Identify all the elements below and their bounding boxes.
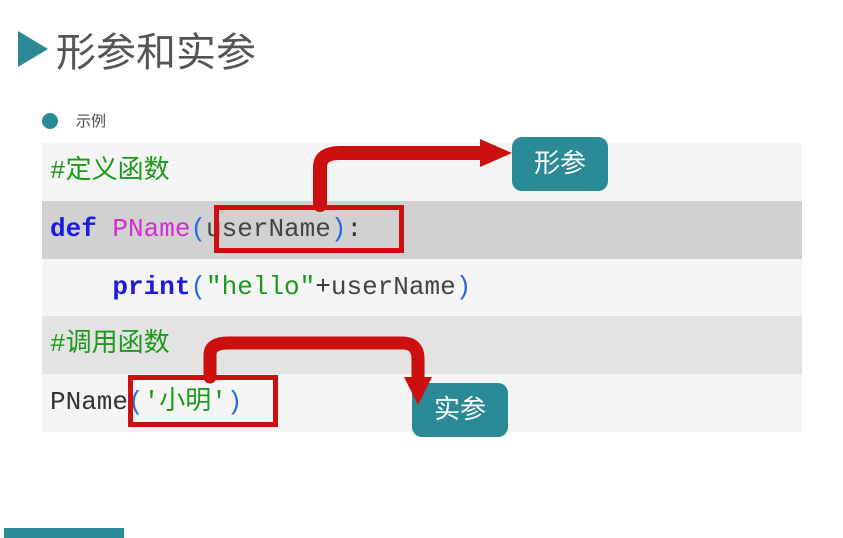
code-line-3: print("hello"+userName) xyxy=(42,259,802,317)
slide-title: 形参和实参 xyxy=(56,20,256,78)
paren-open-3: ( xyxy=(190,272,206,302)
keyword-def: def xyxy=(50,214,112,244)
footer-bar xyxy=(4,528,124,538)
label-formal-param: 形参 xyxy=(512,137,608,191)
paren-close-5: ) xyxy=(227,387,243,417)
plus-op: + xyxy=(315,272,331,302)
triangle-icon xyxy=(18,31,48,67)
comment-call: #调用函数 xyxy=(50,329,170,359)
label-actual-param: 实参 xyxy=(412,383,508,437)
function-name: PName xyxy=(112,214,190,244)
subtitle-row: 示例 xyxy=(42,110,843,131)
print-fn: print xyxy=(112,272,190,302)
code-block: #定义函数 def PName(userName): print("hello"… xyxy=(42,143,802,432)
bullet-dot-icon xyxy=(42,113,58,129)
subtitle-text: 示例 xyxy=(76,110,106,131)
paren-open-5: ( xyxy=(128,387,144,417)
code-line-1: #定义函数 xyxy=(42,143,802,201)
colon: : xyxy=(346,214,362,244)
indent xyxy=(50,272,112,302)
call-name: PName xyxy=(50,387,128,417)
slide-title-row: 形参和实参 xyxy=(0,0,843,78)
paren-close-3: ) xyxy=(456,272,472,302)
paren-open: ( xyxy=(190,214,206,244)
code-line-2: def PName(userName): xyxy=(42,201,802,259)
arg-username: userName xyxy=(331,272,456,302)
string-xiaoming: '小明' xyxy=(144,387,227,417)
code-line-4: #调用函数 xyxy=(42,316,802,374)
string-hello: "hello" xyxy=(206,272,315,302)
paren-close: ) xyxy=(331,214,347,244)
comment-define: #定义函数 xyxy=(50,156,170,186)
param-name: userName xyxy=(206,214,331,244)
